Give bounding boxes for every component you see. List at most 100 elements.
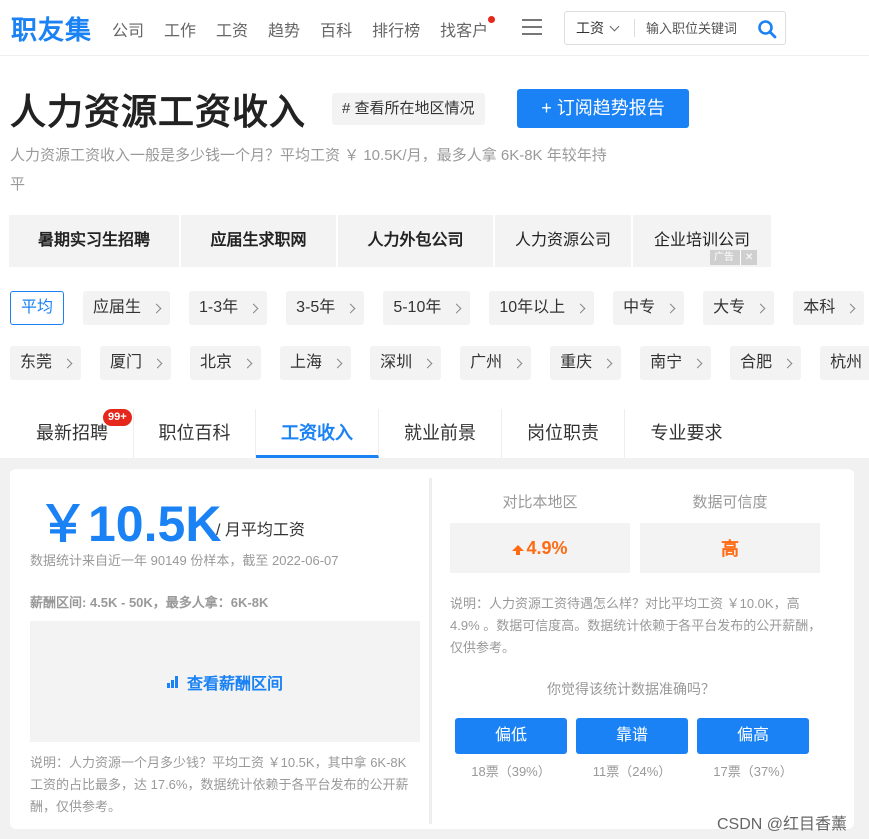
chevron-right-icon — [782, 358, 793, 368]
nav-item-trends[interactable]: 趋势 — [268, 17, 300, 41]
count-badge: 99+ — [103, 409, 132, 426]
search-input[interactable] — [646, 20, 764, 36]
vote-low-button[interactable]: 偏低 — [455, 718, 567, 754]
bar-chart-icon — [166, 675, 181, 688]
city-xiamen[interactable]: 厦门 — [100, 346, 172, 380]
subscribe-report-button[interactable]: + 订阅趋势报告 — [517, 89, 689, 128]
tab-salary[interactable]: 工资收入 — [256, 409, 379, 458]
filter-label: 中专 — [623, 299, 656, 316]
city-beijing[interactable]: 北京 — [190, 346, 262, 380]
close-icon[interactable]: ✕ — [740, 250, 753, 265]
filter-10-plus-years[interactable]: 10年以上 — [489, 291, 595, 325]
chevron-right-icon — [422, 358, 433, 368]
filter-college[interactable]: 大专 — [703, 291, 775, 325]
experience-filter-row: 平均 应届生 1-3年 3-5年 5-10年 10年以上 中专 大专 本科 — [10, 291, 869, 325]
city-shenzhen[interactable]: 深圳 — [370, 346, 442, 380]
tab-employment-outlook[interactable]: 就业前景 — [379, 409, 502, 458]
search-category-select[interactable]: 工资 — [565, 19, 635, 37]
nav-item-company[interactable]: 公司 — [112, 17, 144, 41]
content-tabs: 最新招聘 99+ 职位百科 工资收入 就业前景 岗位职责 专业要求 — [11, 409, 748, 458]
city-label: 合肥 — [740, 354, 773, 371]
city-label: 南宁 — [650, 354, 683, 371]
filter-average[interactable]: 平均 — [10, 291, 65, 325]
accuracy-question: 你觉得该统计数据准确吗？ — [547, 681, 715, 697]
ad-tag-hr-outsourcing[interactable]: 人力外包公司 — [338, 215, 493, 267]
nav-item-ranking[interactable]: 排行榜 — [372, 17, 420, 41]
city-label: 上海 — [290, 354, 323, 371]
page-description: 人力资源工资收入一般是多少钱一个月？平均工资 ￥ 10.5K/月，最多人拿 6K… — [10, 147, 607, 193]
chevron-right-icon — [845, 303, 856, 313]
search-icon[interactable] — [757, 19, 777, 39]
city-hangzhou[interactable]: 杭州 — [820, 346, 869, 380]
compare-explanation: 说明：人力资源工资待遇怎么样？对比平均工资 ￥10.0K，高 4.9% 。数据可… — [450, 596, 822, 655]
salary-unit: / 月平均工资 — [216, 522, 305, 539]
city-label: 杭州 — [830, 354, 863, 371]
ad-tag-internship[interactable]: 暑期实习生招聘 — [9, 215, 179, 267]
top-nav: 职友集 公司 工作 工资 趋势 百科 排行榜 找客户 工资 — [0, 0, 869, 56]
local-compare-value-box: 4.9% — [450, 523, 630, 573]
tab-label: 最新招聘 — [36, 423, 108, 443]
filter-fresh-graduate[interactable]: 应届生 — [83, 291, 171, 325]
city-nanning[interactable]: 南宁 — [640, 346, 712, 380]
chevron-right-icon — [151, 303, 162, 313]
filter-label: 大专 — [713, 299, 746, 316]
sample-note: 数据统计来自近一年 90149 份样本，截至 2022-06-07 — [30, 553, 339, 568]
tab-major-requirements[interactable]: 专业要求 — [625, 409, 748, 458]
chevron-right-icon — [62, 358, 73, 368]
tab-job-duties[interactable]: 岗位职责 — [502, 409, 625, 458]
filter-1-3-years[interactable]: 1-3年 — [189, 291, 268, 325]
page-title: 人力资源工资收入 — [10, 91, 307, 132]
watermark: CSDN @红目香薰 — [717, 816, 848, 833]
filter-label: 应届生 — [93, 299, 142, 316]
city-guangzhou[interactable]: 广州 — [460, 346, 532, 380]
city-shanghai[interactable]: 上海 — [280, 346, 352, 380]
nav-item-find-clients[interactable]: 找客户 — [440, 16, 496, 41]
filter-label: 本科 — [803, 299, 836, 316]
filter-bachelor[interactable]: 本科 — [793, 291, 865, 325]
filter-label: 3-5年 — [296, 299, 336, 316]
reliability-label: 数据可信度 — [692, 494, 768, 511]
search-category-label: 工资 — [576, 20, 604, 36]
filter-5-10-years[interactable]: 5-10年 — [383, 291, 471, 325]
city-chongqing[interactable]: 重庆 — [550, 346, 622, 380]
local-compare-value: 4.9% — [526, 537, 568, 558]
notification-dot — [488, 16, 496, 23]
tab-latest-jobs[interactable]: 最新招聘 99+ — [11, 409, 134, 458]
vote-reliable-button[interactable]: 靠谱 — [576, 718, 688, 754]
chevron-down-icon — [609, 21, 620, 32]
chevron-right-icon — [451, 303, 462, 313]
city-hefei[interactable]: 合肥 — [730, 346, 802, 380]
chevron-right-icon — [332, 358, 343, 368]
vote-high-button[interactable]: 偏高 — [697, 718, 809, 754]
filter-secondary-school[interactable]: 中专 — [613, 291, 685, 325]
ad-label-text: 广告 — [714, 252, 734, 263]
filter-label: 5-10年 — [393, 299, 442, 316]
city-dongguan[interactable]: 东莞 — [10, 346, 82, 380]
ad-tag-graduate[interactable]: 应届生求职网 — [181, 215, 336, 267]
search-box: 工资 — [564, 11, 786, 45]
average-salary: ￥10.5K — [38, 496, 222, 552]
filter-3-5-years[interactable]: 3-5年 — [286, 291, 365, 325]
view-region-button[interactable]: # 查看所在地区情况 — [332, 93, 485, 125]
chevron-right-icon — [242, 358, 253, 368]
salary-range-box: 查看薪酬区间 — [30, 621, 420, 742]
view-salary-range-label: 查看薪酬区间 — [186, 675, 283, 693]
city-label: 北京 — [200, 354, 233, 371]
chevron-right-icon — [248, 303, 259, 313]
city-filter-row: 东莞 厦门 北京 上海 深圳 广州 重庆 南宁 合肥 杭州 — [10, 346, 869, 380]
local-compare-label: 对比本地区 — [502, 494, 578, 511]
reliability-value: 高 — [640, 523, 820, 573]
logo[interactable]: 职友集 — [11, 10, 92, 47]
city-label: 重庆 — [560, 354, 593, 371]
nav-item-wiki[interactable]: 百科 — [320, 17, 352, 41]
nav-menu: 公司 工作 工资 趋势 百科 排行榜 找客户 — [112, 16, 508, 41]
chevron-right-icon — [345, 303, 356, 313]
tab-job-wiki[interactable]: 职位百科 — [134, 409, 256, 458]
chevron-right-icon — [755, 303, 766, 313]
view-salary-range-link[interactable]: 查看薪酬区间 — [166, 670, 283, 694]
nav-item-salary[interactable]: 工资 — [216, 17, 248, 41]
filter-label: 1-3年 — [199, 299, 239, 316]
nav-item-jobs[interactable]: 工作 — [164, 17, 196, 41]
menu-icon[interactable] — [522, 19, 542, 35]
ad-tag-hr-company[interactable]: 人力资源公司 — [495, 215, 631, 267]
